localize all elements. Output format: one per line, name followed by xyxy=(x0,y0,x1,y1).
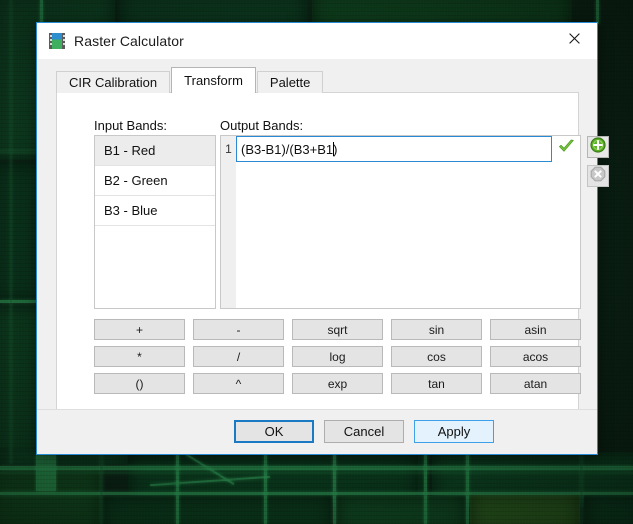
dialog-footer: OK Cancel Apply xyxy=(37,409,597,454)
gray-remove-icon xyxy=(590,166,606,187)
table-row: 1 (B3-B1)/(B3+B1) xyxy=(221,136,580,162)
title-bar[interactable]: Raster Calculator xyxy=(37,23,597,59)
formula-valid-indicator xyxy=(552,136,580,162)
operator-button-atan[interactable]: atan xyxy=(490,373,581,394)
operator-button-log[interactable]: log xyxy=(292,346,383,367)
operator-button-power[interactable]: ^ xyxy=(193,373,284,394)
operator-button-tan[interactable]: tan xyxy=(391,373,482,394)
raster-film-icon xyxy=(49,33,65,49)
green-plus-icon xyxy=(590,136,606,158)
raster-calculator-dialog: Raster Calculator CIR Calibration Transf… xyxy=(36,22,609,455)
operator-button-plus[interactable]: + xyxy=(94,319,185,340)
operator-button-acos[interactable]: acos xyxy=(490,346,581,367)
ok-button[interactable]: OK xyxy=(234,420,314,443)
list-item[interactable]: B2 - Green xyxy=(95,166,215,196)
operator-button-minus[interactable]: - xyxy=(193,319,284,340)
input-bands-list[interactable]: B1 - Red B2 - Green B3 - Blue xyxy=(94,135,216,309)
operator-button-exp[interactable]: exp xyxy=(292,373,383,394)
window-title: Raster Calculator xyxy=(74,33,184,49)
input-bands-label: Input Bands: xyxy=(94,118,167,133)
list-item[interactable]: B3 - Blue xyxy=(95,196,215,226)
tab-cir-calibration[interactable]: CIR Calibration xyxy=(56,71,171,93)
operator-button-multiply[interactable]: * xyxy=(94,346,185,367)
operator-button-parens[interactable]: () xyxy=(94,373,185,394)
operator-button-grid: + - sqrt sin asin * / log cos acos () ^ … xyxy=(94,319,581,394)
operator-button-sin[interactable]: sin xyxy=(391,319,482,340)
row-number: 1 xyxy=(221,136,236,162)
tab-palette[interactable]: Palette xyxy=(256,71,324,93)
list-item[interactable]: B1 - Red xyxy=(95,136,215,166)
cancel-button[interactable]: Cancel xyxy=(324,420,404,443)
add-output-band-button[interactable] xyxy=(587,136,609,158)
operator-button-cos[interactable]: cos xyxy=(391,346,482,367)
output-bands-panel: 1 (B3-B1)/(B3+B1) xyxy=(220,135,581,309)
formula-input[interactable]: (B3-B1)/(B3+B1) xyxy=(236,136,552,162)
formula-text-before-caret: (B3-B1)/(B3+B1 xyxy=(241,141,334,157)
operator-button-asin[interactable]: asin xyxy=(490,319,581,340)
operator-button-divide[interactable]: / xyxy=(193,346,284,367)
apply-button[interactable]: Apply xyxy=(414,420,494,443)
close-icon[interactable] xyxy=(552,23,597,53)
tab-transform[interactable]: Transform xyxy=(171,67,256,93)
operator-button-sqrt[interactable]: sqrt xyxy=(292,319,383,340)
tab-strip: CIR Calibration Transform Palette xyxy=(56,67,324,93)
output-bands-label: Output Bands: xyxy=(220,118,304,133)
remove-output-band-button[interactable] xyxy=(587,165,609,187)
green-check-icon xyxy=(558,139,575,159)
formula-text-after-caret: ) xyxy=(333,141,338,157)
